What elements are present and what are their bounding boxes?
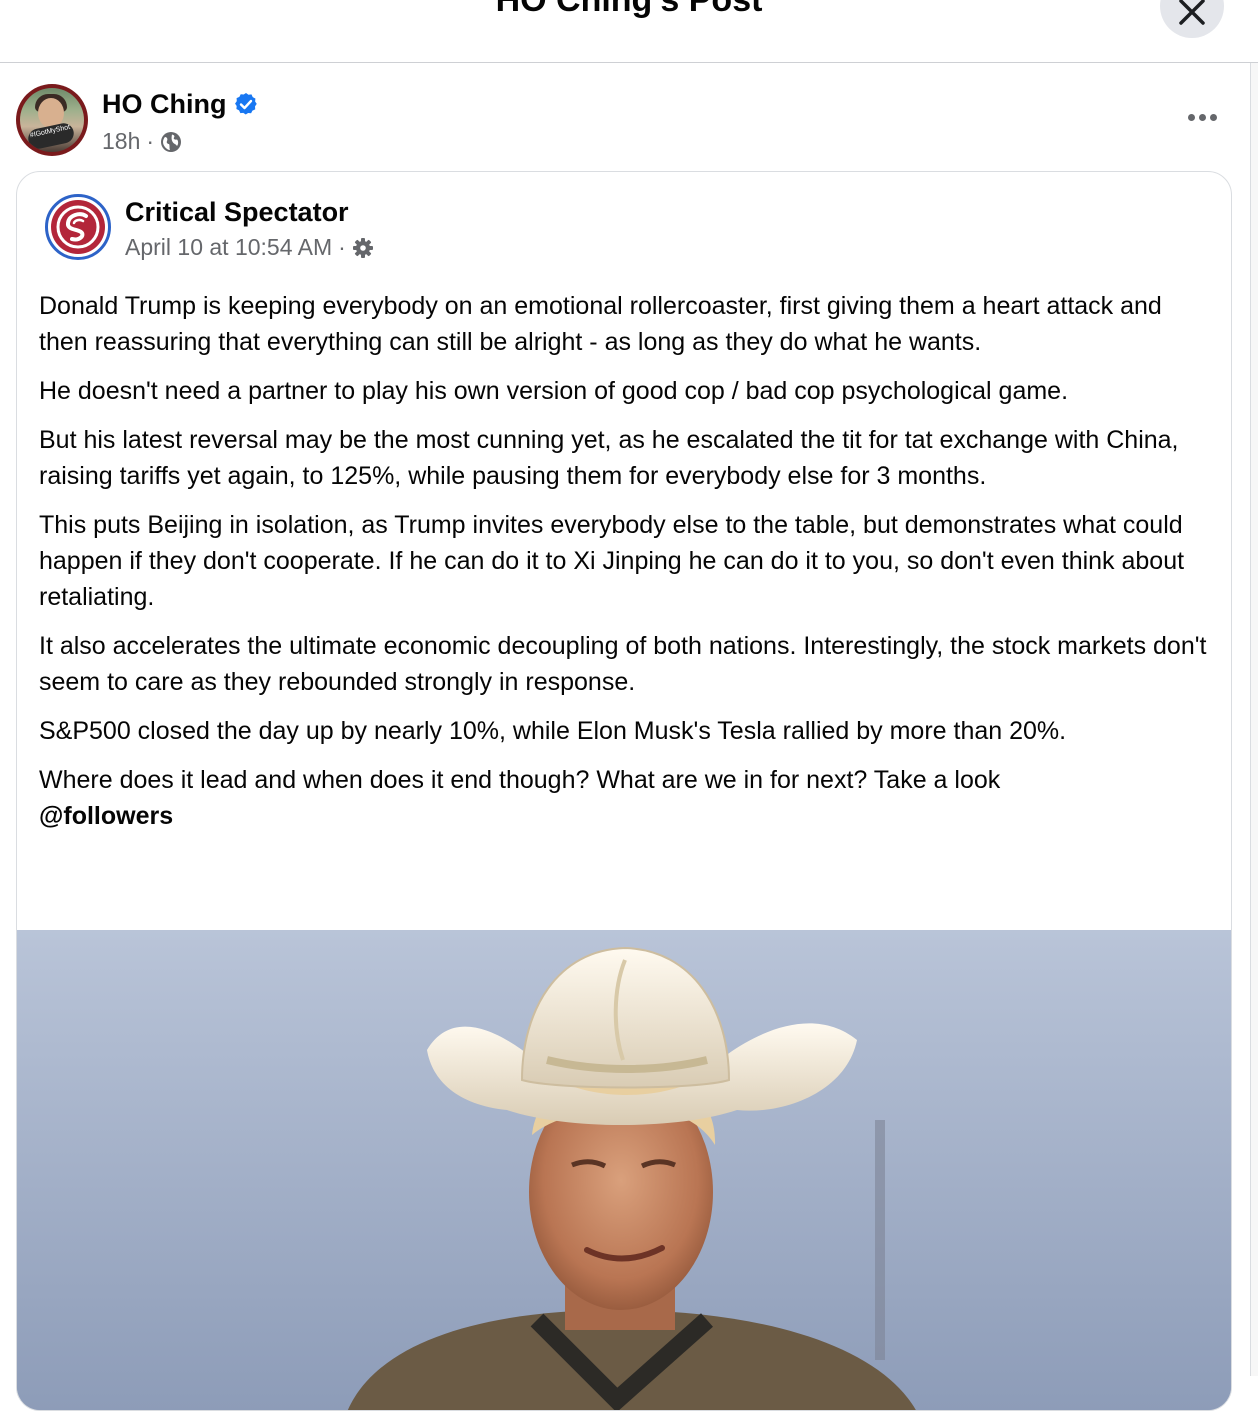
globe-icon [161,131,182,152]
dialog-header: HO Ching's Post [0,0,1258,63]
page-logo[interactable] [45,194,111,260]
post-header: #IGotMyShot HO Ching 18h · [16,84,1226,162]
post-paragraph: S&P500 closed the day up by nearly 10%, … [39,717,1067,745]
author-name-row: HO Ching [102,88,258,120]
post-meta: 18h · [102,128,182,155]
post-body: Donald Trump is keeping everybody on an … [39,288,1209,847]
scrollbar[interactable] [1250,63,1258,1376]
avatar[interactable]: #IGotMyShot [16,84,88,156]
post-paragraph: This puts Beijing in isolation, as Trump… [39,511,1185,611]
post-paragraph: It also accelerates the ultimate economi… [39,632,1207,696]
post-paragraph: He doesn't need a partner to play his ow… [39,377,1069,405]
more-options-button[interactable] [1182,104,1222,130]
close-button[interactable] [1160,0,1224,38]
verified-badge-icon [235,92,258,115]
dialog-title: HO Ching's Post [495,0,763,19]
avatar-badge: #IGotMyShot [26,121,76,151]
shared-post-card[interactable]: Critical Spectator April 10 at 10:54 AM … [16,171,1232,1411]
post-paragraph-text: Where does it lead and when does it end … [39,766,1001,794]
author-name[interactable]: HO Ching [102,88,226,120]
close-icon [1179,0,1205,25]
post-paragraph-last: Where does it lead and when does it end … [39,762,1209,834]
photo-illustration [17,930,1231,1410]
post-paragraph: But his latest reversal may be the most … [39,426,1179,490]
gear-icon [352,237,373,258]
shared-post-meta: April 10 at 10:54 AM · [125,234,374,261]
more-options-icon [1187,113,1195,121]
post-time[interactable]: 18h [102,128,140,155]
meta-separator: · [338,234,346,260]
critical-spectator-logo-icon [51,200,105,254]
shared-post-timestamp[interactable]: April 10 at 10:54 AM [125,234,332,261]
post-paragraph: Donald Trump is keeping everybody on an … [39,292,1162,356]
meta-separator: · [146,128,155,154]
avatar-photo: #IGotMyShot [20,88,84,152]
page-name[interactable]: Critical Spectator [125,196,349,228]
mention-link[interactable]: @followers [39,802,173,830]
post-photo[interactable] [17,930,1231,1410]
